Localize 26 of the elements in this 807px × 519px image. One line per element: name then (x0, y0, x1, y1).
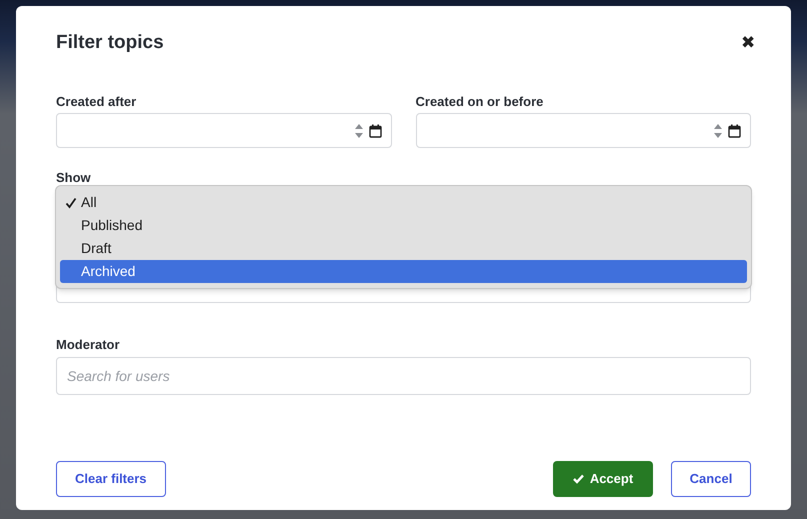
accept-button[interactable]: Accept (553, 461, 653, 497)
check-icon (64, 196, 76, 208)
dropdown-option[interactable]: Published (60, 214, 747, 237)
option-label: Published (81, 216, 142, 235)
calendar-icon (728, 124, 741, 138)
option-label: Archived (81, 262, 136, 281)
clear-filters-button[interactable]: Clear filters (56, 461, 166, 497)
date-field[interactable] (416, 113, 751, 148)
option-label: All (81, 193, 97, 212)
spinner-icon (714, 122, 722, 138)
close-button[interactable]: ✖ (741, 34, 755, 52)
search-field[interactable]: Search for users (56, 357, 751, 395)
field-label: Moderator (56, 337, 120, 353)
dialog-title: Filter topics (56, 32, 164, 54)
option-label: Draft (81, 239, 112, 258)
dropdown-option[interactable]: All (60, 191, 747, 214)
field-label: Show (56, 170, 91, 186)
field-label: Created after (56, 94, 136, 110)
dropdown-option[interactable]: Archived (60, 260, 747, 283)
field-label: Created on or before (416, 94, 544, 110)
date-field[interactable] (56, 113, 392, 148)
check-icon (572, 474, 584, 484)
dropdown-option[interactable]: Draft (60, 237, 747, 260)
spinner-icon (354, 122, 362, 138)
cancel-button[interactable]: Cancel (671, 461, 751, 497)
calendar-icon (368, 124, 382, 138)
